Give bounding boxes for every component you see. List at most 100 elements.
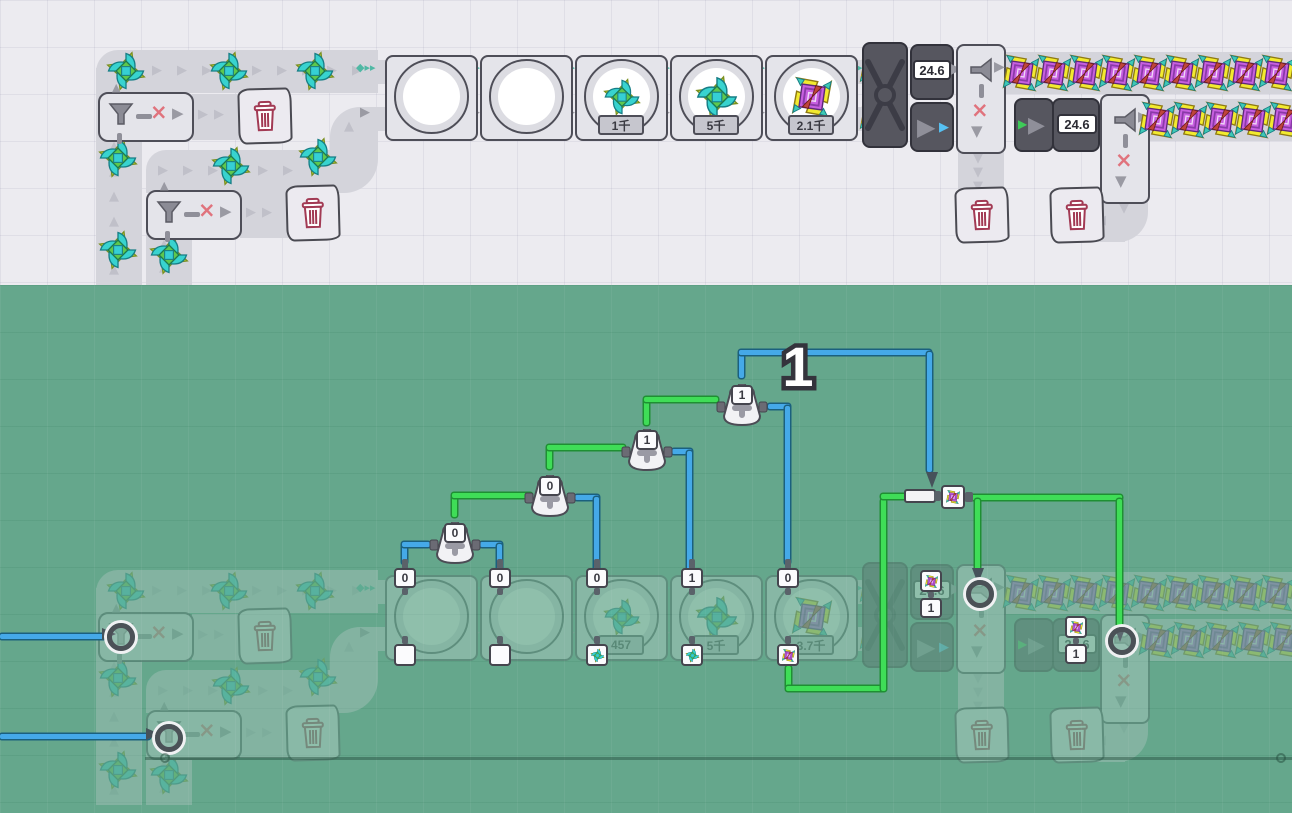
pipe-dash bbox=[165, 231, 170, 242]
arrow-down-icon: ▼ bbox=[971, 122, 983, 140]
purple-pinwheel-item bbox=[1264, 99, 1292, 141]
arrow-icon: ▶ bbox=[172, 104, 184, 122]
wire-segment-blue[interactable] bbox=[785, 406, 790, 564]
wire-segment-blue[interactable] bbox=[0, 734, 150, 739]
trash-machine[interactable] bbox=[285, 184, 341, 242]
machine-signal-tag[interactable]: 0 bbox=[777, 568, 799, 588]
wire-value-label: 1 bbox=[766, 331, 830, 403]
machine-signal-tag[interactable]: 0 bbox=[394, 568, 416, 588]
funnel-icon bbox=[156, 200, 182, 224]
belt-chevron-icon: ▶ bbox=[360, 105, 370, 120]
belt-chevron-icon: ▶ bbox=[183, 163, 193, 178]
counter-item-node[interactable] bbox=[920, 570, 942, 592]
teal-pinwheel-item bbox=[93, 225, 143, 275]
assembler-window bbox=[394, 59, 469, 134]
wire-nub bbox=[594, 636, 600, 644]
machine-signal-tag[interactable]: 0 bbox=[489, 568, 511, 588]
wire-segment-green[interactable] bbox=[1117, 499, 1122, 629]
belt-chevron-icon: ▶ bbox=[214, 107, 224, 122]
wire-segment-blue[interactable] bbox=[402, 542, 430, 547]
wire-segment-green[interactable] bbox=[786, 666, 791, 688]
trash-can-icon bbox=[253, 100, 277, 132]
x-icon: × bbox=[150, 100, 168, 124]
counter-signal-tag[interactable]: 1 bbox=[1065, 644, 1087, 664]
funnel-icon bbox=[969, 57, 993, 83]
machine-item-node[interactable] bbox=[394, 644, 416, 666]
arrow-up-icon: ▲ bbox=[160, 179, 169, 192]
wire-segment-blue[interactable] bbox=[927, 352, 932, 472]
wire-segment-green[interactable] bbox=[644, 399, 649, 425]
crossover-machine[interactable] bbox=[862, 42, 908, 148]
wire-segment-green[interactable] bbox=[452, 495, 457, 517]
x-icon: × bbox=[1115, 148, 1133, 172]
svg-text:1: 1 bbox=[782, 335, 813, 398]
wire-segment-green[interactable] bbox=[547, 447, 552, 469]
adder-value-tag[interactable]: 1 bbox=[731, 385, 753, 405]
wire-segment-green[interactable] bbox=[960, 495, 1122, 500]
adder-value-tag[interactable]: 0 bbox=[444, 523, 466, 543]
factory-normal-layer: ▶▶▶▶▶▶▶▶▶▲▲▲▲▲▲▲▲▲▲▶▶▶▶▶▶▲▶▶▶▶▼▼▼▼◀◆▸▸◆▸… bbox=[0, 0, 1292, 285]
adder-value-tag[interactable]: 0 bbox=[539, 476, 561, 496]
wires-layer-view: ▶▶▶▶▶▶▶▶▶▲▲▲▲▲▲▲▲▲▲▶▶▶▶▶▶▲▶▶▶▶▼▼▼▼◀◆▸▸◆▸… bbox=[0, 285, 1292, 813]
adder-value-tag[interactable]: 1 bbox=[636, 430, 658, 450]
pipe-dash bbox=[1123, 134, 1128, 148]
sensor-item-node[interactable] bbox=[941, 485, 965, 509]
belt-chevron-icon: ▲ bbox=[344, 119, 354, 134]
belt-chevron-icon: ▶ bbox=[152, 63, 162, 78]
machine-item-node[interactable] bbox=[681, 644, 703, 666]
wire-segment-green[interactable] bbox=[452, 493, 532, 498]
counter-display: 24.6 bbox=[913, 60, 951, 80]
x-icon: × bbox=[198, 198, 216, 222]
wire-nub bbox=[594, 588, 600, 595]
wire-ring-node[interactable] bbox=[107, 623, 135, 651]
arrow-up-icon: ▲ bbox=[112, 81, 121, 94]
wire-nub bbox=[497, 636, 503, 644]
wire-segment-blue[interactable] bbox=[0, 634, 106, 639]
wire-segment-blue[interactable] bbox=[739, 352, 744, 378]
sensor-input-bar[interactable] bbox=[904, 489, 936, 503]
machine-item-node[interactable] bbox=[489, 644, 511, 666]
wire-segment-green[interactable] bbox=[881, 499, 886, 691]
wire-segment-green[interactable] bbox=[786, 686, 884, 691]
belt-chevron-icon: ▲ bbox=[109, 189, 119, 204]
wire-connector-icon bbox=[926, 472, 938, 488]
trash-machine[interactable] bbox=[237, 87, 293, 145]
machine-signal-tag[interactable]: 1 bbox=[681, 568, 703, 588]
pipe-dash bbox=[117, 133, 122, 144]
belt-chevron-icon: ▶ bbox=[198, 107, 208, 122]
counter-signal-tag[interactable]: 1 bbox=[920, 598, 942, 618]
belt-chevron-icon: ▶ bbox=[177, 63, 187, 78]
sender-machine[interactable]: ▶ ▶ bbox=[910, 102, 954, 152]
machine-item-node[interactable] bbox=[586, 644, 608, 666]
trash-machine[interactable] bbox=[954, 186, 1010, 244]
machine-signal-tag[interactable]: 0 bbox=[586, 568, 608, 588]
funnel-icon bbox=[1113, 107, 1137, 133]
wire-segment-green[interactable] bbox=[547, 445, 625, 450]
trash-can-icon bbox=[301, 197, 325, 229]
belt-chevron-icon: ▶ bbox=[246, 205, 256, 220]
arrow-down-icon: ▼ bbox=[1115, 172, 1127, 190]
background-rule-node bbox=[1276, 753, 1286, 763]
belt-chevron-icon: ▶ bbox=[252, 63, 262, 78]
wire-segment-green[interactable] bbox=[644, 397, 718, 402]
purple-pinwheel-item bbox=[1256, 52, 1292, 94]
belt-chevron-icon: ▶ bbox=[283, 163, 293, 178]
x-icon: × bbox=[971, 98, 989, 122]
trash-machine[interactable] bbox=[1049, 186, 1105, 244]
belt-chevron-icon: ▶ bbox=[258, 163, 268, 178]
wire-ring-node[interactable] bbox=[155, 724, 183, 752]
wire-segment-blue[interactable] bbox=[687, 451, 692, 570]
wire-ring-node[interactable] bbox=[1108, 627, 1136, 655]
wire-ring-node[interactable] bbox=[966, 580, 994, 608]
wire-nub bbox=[402, 588, 408, 595]
counter-item-node[interactable] bbox=[1065, 616, 1087, 638]
teal-pinwheel-item bbox=[206, 141, 256, 191]
belt-chevron-icon: ▶ bbox=[262, 205, 272, 220]
wire-segment-green[interactable] bbox=[975, 499, 980, 571]
machine-count-label: 2.1千 bbox=[788, 115, 834, 135]
belt-chevron-icon: ▲ bbox=[109, 214, 119, 229]
blue-play-icon: ▶ bbox=[939, 120, 949, 135]
arrow-icon: ▶ bbox=[220, 202, 232, 220]
receiver-machine[interactable]: ▶ ▶ bbox=[1014, 98, 1054, 152]
machine-item-node[interactable] bbox=[777, 644, 799, 666]
